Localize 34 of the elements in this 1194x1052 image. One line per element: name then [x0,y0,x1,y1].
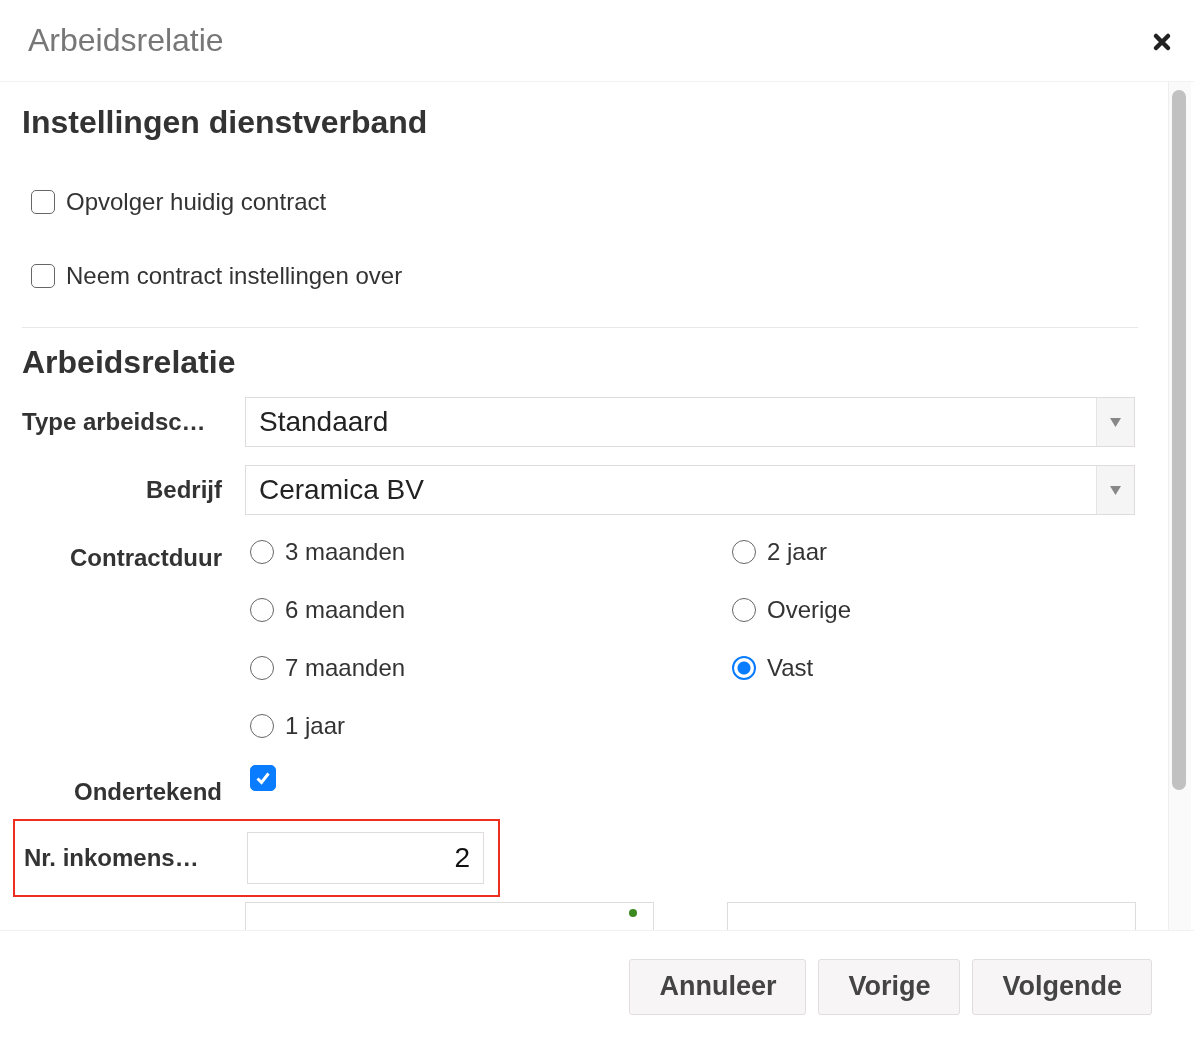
select-field[interactable]: Standaard [245,397,1135,447]
field-label: Ondertekend [72,778,222,806]
section-heading: Arbeidsrelatie [22,343,237,381]
footer-button[interactable]: Annuleer [629,958,807,1015]
radio-button[interactable] [732,656,756,680]
radio-label: 2 jaar [767,538,828,566]
radio-label: 1 jaar [285,712,346,740]
radio-label: Vast [767,654,814,682]
checkbox-label: Opvolger huidig contract [66,188,327,216]
status-dot-icon [629,909,637,917]
field-label: Contractduur [69,544,222,572]
radio-label: Overige [767,596,852,624]
close-icon[interactable] [1152,31,1172,52]
scrollbar-thumb[interactable] [1172,90,1186,790]
field-label: Type arbeidsc… [22,408,207,436]
select-field[interactable]: Ceramica BV [245,465,1135,515]
footer-button[interactable]: Vorige [818,958,961,1015]
field-label: Nr. inkomens… [24,844,200,872]
checkbox[interactable] [250,765,276,791]
checkbox-label: Neem contract instellingen over [66,262,403,290]
radio-label: 3 maanden [285,538,406,566]
number-field[interactable]: 2 [247,832,484,884]
dialog-title: Arbeidsrelatie [28,22,224,59]
radio-label: 6 maanden [285,596,406,624]
dropdown-arrow-icon [1110,417,1121,427]
checkbox[interactable] [31,190,55,214]
footer-button[interactable]: Volgende [972,958,1152,1015]
field-label: Bedrijf [145,476,222,504]
radio-label: 7 maanden [285,654,406,682]
input-field[interactable] [727,902,1136,930]
section-heading: Instellingen dienstverband [22,103,429,141]
dropdown-arrow-icon [1110,485,1121,495]
checkbox[interactable] [31,264,55,288]
input-field[interactable] [245,902,654,930]
